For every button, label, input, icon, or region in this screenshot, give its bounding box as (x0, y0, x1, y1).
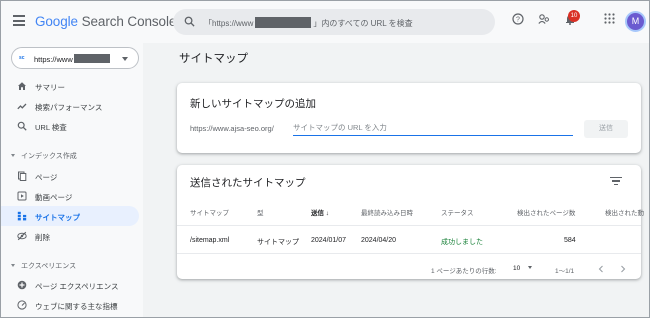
chevron-down-icon (11, 264, 15, 267)
trending-icon (17, 103, 27, 110)
search-prefix: 「https://www (204, 19, 254, 28)
sidebar-item-core-web-vitals[interactable]: ウェブに関する主な指標 (1, 295, 139, 315)
home-icon (18, 82, 26, 90)
property-icon: sc (19, 55, 25, 61)
col-header-sitemap[interactable]: サイトマップ (190, 207, 229, 217)
chevron-right-icon[interactable] (620, 265, 626, 273)
col-header-discovered-pages[interactable]: 検出されたページ数 (517, 207, 575, 217)
pages-icon (18, 171, 27, 181)
app-frame: Google Search Console 「https://www 」内のすべて… (0, 0, 650, 318)
section-label: エクスペリエンス (21, 263, 77, 270)
section-label: インデックス作成 (21, 153, 77, 160)
submitted-sitemaps-card: 送信されたサイトマップ サイトマップ 型 送信 ↓ 最終読み込み日時 ステータス… (177, 165, 644, 279)
cell-sitemap: /sitemap.xml (190, 237, 230, 244)
speed-icon (17, 300, 27, 310)
sidebar-item-video-pages[interactable]: 動画ページ (1, 186, 139, 206)
cell-last-read: 2024/04/20 (361, 237, 397, 244)
chevron-down-icon (11, 154, 15, 157)
app-logo[interactable]: Google Search Console (35, 14, 176, 29)
redacted-block (73, 54, 110, 63)
sidebar-item-label: 検索パフォーマンス (35, 103, 103, 112)
add-sitemap-card: 新しいサイトマップの追加 https://www.ajsa-seo.org/ 送… (177, 83, 641, 153)
sidebar: sc https://www サマリー 検索パフォーマンス URL 検査 インデ… (1, 43, 143, 317)
sidebar-item-summary[interactable]: サマリー (1, 76, 139, 96)
col-header-last-read[interactable]: 最終読み込み日時 (361, 207, 413, 217)
plus-circle-icon (17, 280, 27, 290)
sitemap-icon (17, 211, 27, 221)
rows-per-page-value: 10 (513, 265, 521, 272)
filter-icon[interactable] (610, 177, 622, 187)
sidebar-item-label: 削除 (35, 233, 50, 242)
section-experience-header[interactable]: エクスペリエンス (11, 261, 76, 271)
col-header-status[interactable]: ステータス (441, 207, 474, 217)
sitemap-url-input[interactable] (293, 120, 573, 136)
avatar[interactable]: M (625, 11, 646, 32)
property-label: https://www (34, 54, 110, 64)
section-indexing-header[interactable]: インデックス作成 (11, 151, 77, 161)
notification-badge: 10 (568, 10, 580, 22)
cell-status: 成功しました (441, 239, 483, 246)
col-header-discovered-videos[interactable]: 検出された動 (605, 207, 644, 217)
cell-pages: 584 (564, 237, 576, 244)
search-placeholder: 「https://www 」内のすべての URL を検査 (204, 17, 413, 29)
sidebar-item-removals[interactable]: 削除 (1, 226, 139, 246)
col-header-submitted[interactable]: 送信 ↓ (311, 207, 329, 217)
url-prefix: https://www.ajsa-seo.org/ (190, 124, 274, 133)
divider (177, 253, 641, 254)
submitted-sitemaps-title: 送信されたサイトマップ (190, 177, 306, 189)
sidebar-item-performance[interactable]: 検索パフォーマンス (1, 96, 139, 116)
video-pages-icon (17, 191, 27, 201)
col-header-type[interactable]: 型 (257, 207, 264, 217)
sidebar-item-label: ページ エクスペリエンス (35, 282, 119, 291)
property-selector[interactable]: sc https://www (11, 47, 139, 69)
property-url: https://www (34, 55, 73, 64)
remove-icon (17, 231, 27, 241)
search-icon (184, 16, 195, 27)
rows-per-page-label: 1 ページあたりの行数: (431, 268, 497, 275)
sidebar-item-label: URL 検査 (35, 123, 67, 132)
pagination-range: 1〜1/1 (555, 268, 575, 275)
menu-icon[interactable] (13, 15, 25, 27)
inspect-url-search[interactable]: 「https://www 」内のすべての URL を検査 (173, 9, 495, 35)
help-icon[interactable]: ? (512, 13, 524, 25)
page-title: サイトマップ (179, 53, 248, 65)
sidebar-item-pages[interactable]: ページ (1, 166, 139, 186)
cell-type: サイトマップ (257, 239, 299, 246)
rows-per-page-select[interactable]: 10 (513, 265, 533, 272)
cell-submitted: 2024/01/07 (311, 237, 347, 244)
sidebar-item-url-inspection[interactable]: URL 検査 (1, 116, 139, 136)
chevron-down-icon (122, 57, 128, 61)
submit-button[interactable]: 送信 (584, 120, 628, 138)
search-suffix: 」内のすべての URL を検査 (313, 19, 413, 28)
sidebar-item-label: サマリー (35, 83, 65, 92)
divider (177, 225, 641, 226)
sidebar-item-label: 動画ページ (35, 193, 73, 202)
redacted-block (255, 17, 312, 28)
add-sitemap-title: 新しいサイトマップの追加 (190, 98, 316, 110)
logo-product: Search Console (81, 14, 177, 29)
search-icon (17, 121, 27, 131)
logo-google: Google (35, 14, 78, 29)
svg-text:?: ? (516, 17, 520, 24)
sidebar-item-sitemaps[interactable]: サイトマップ (1, 206, 139, 226)
apps-grid-icon[interactable] (604, 13, 615, 24)
sidebar-item-label: ウェブに関する主な指標 (35, 302, 118, 311)
sidebar-item-label: サイトマップ (35, 213, 80, 222)
main-content: サイトマップ 新しいサイトマップの追加 https://www.ajsa-seo… (143, 43, 649, 317)
chevron-left-icon[interactable] (598, 265, 604, 273)
sidebar-item-label: ページ (35, 173, 58, 182)
users-icon[interactable] (538, 13, 550, 25)
top-bar: Google Search Console 「https://www 」内のすべて… (1, 1, 649, 43)
chevron-down-icon (528, 266, 533, 269)
sidebar-item-page-experience[interactable]: ページ エクスペリエンス (1, 275, 139, 295)
